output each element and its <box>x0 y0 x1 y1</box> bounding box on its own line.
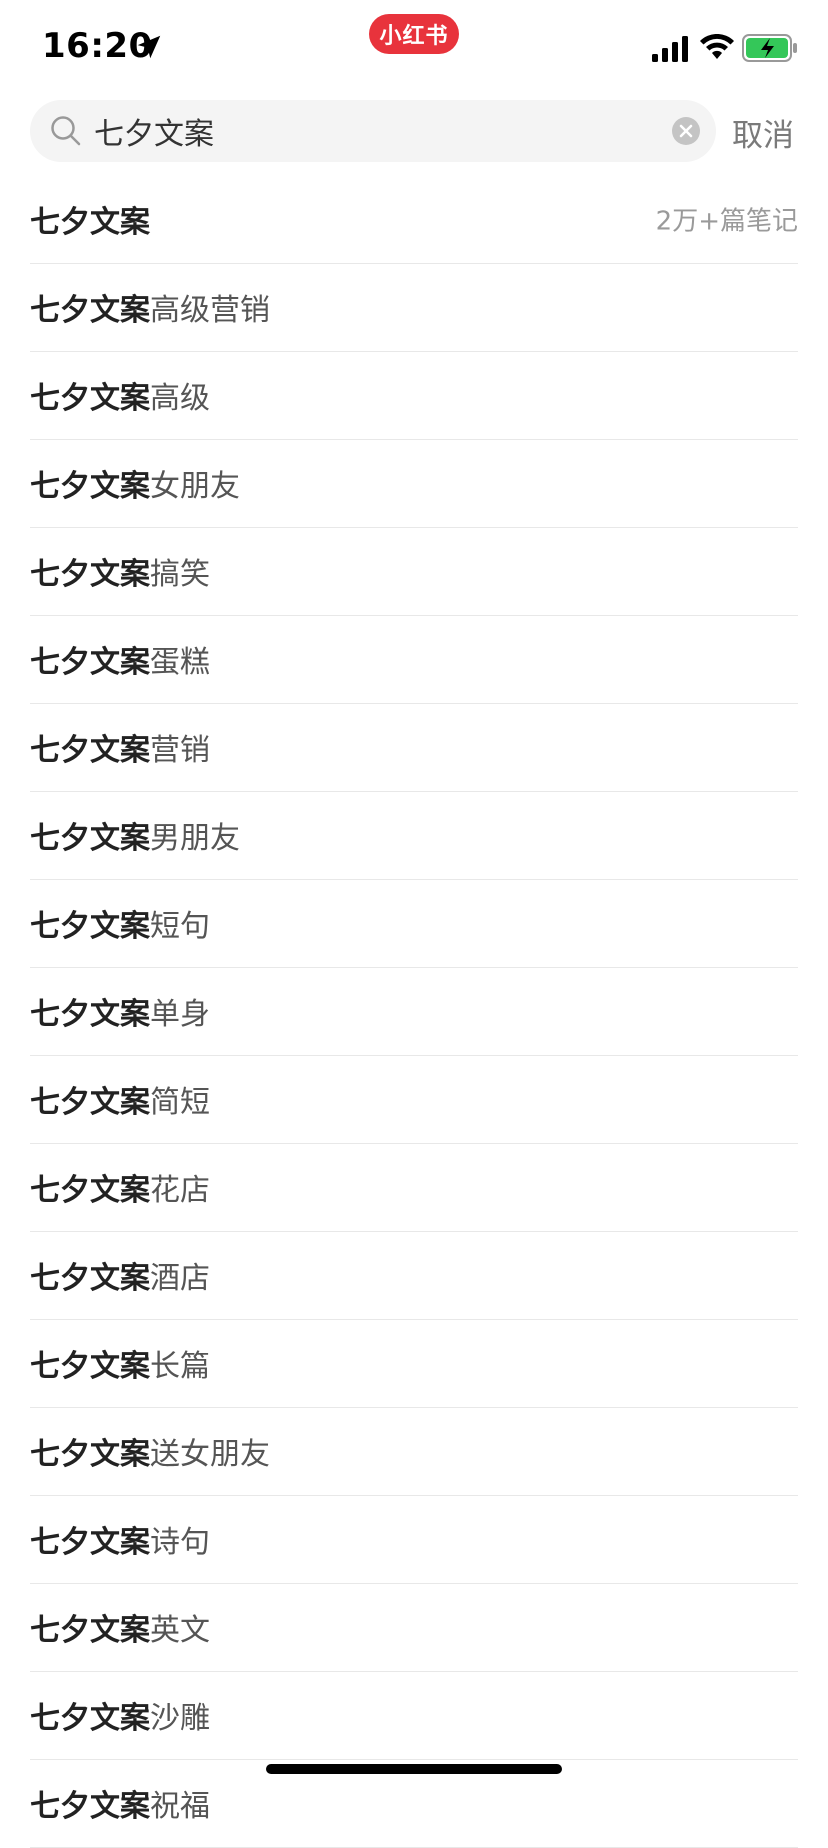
suggestion-suffix-text: 单身 <box>150 997 210 1032</box>
suggestion-query-text: 七夕文案 <box>30 909 150 944</box>
suggestion-query-text: 七夕文案 <box>30 1173 150 1208</box>
suggestion-item[interactable]: 七夕文案 营销 <box>30 704 798 792</box>
suggestion-query-text: 七夕文案 <box>30 293 150 328</box>
suggestion-item[interactable]: 七夕文案 搞笑 <box>30 528 798 616</box>
suggestion-list: 七夕文案 2万+篇笔记 七夕文案 高级营销 七夕文案 高级 七夕文案 女朋友 七夕文案 搞笑 七夕文… <box>30 176 798 1848</box>
suggestion-suffix-text: 长篇 <box>150 1349 210 1384</box>
suggestion-suffix-text: 诗句 <box>150 1525 210 1560</box>
suggestion-item[interactable]: 七夕文案 送女朋友 <box>30 1408 798 1496</box>
suggestion-suffix-text: 祝福 <box>150 1789 210 1824</box>
suggestion-query-text: 七夕文案 <box>30 1701 150 1736</box>
suggestion-query-text: 七夕文案 <box>30 1789 150 1824</box>
suggestion-query-text: 七夕文案 <box>30 381 150 416</box>
suggestion-suffix-text: 英文 <box>150 1613 210 1648</box>
suggestion-query-text: 七夕文案 <box>30 1085 150 1120</box>
suggestion-query-text: 七夕文案 <box>30 997 150 1032</box>
suggestion-item[interactable]: 七夕文案 女朋友 <box>30 440 798 528</box>
suggestion-item[interactable]: 七夕文案 酒店 <box>30 1232 798 1320</box>
suggestion-suffix-text: 高级营销 <box>150 293 270 328</box>
suggestion-suffix-text: 搞笑 <box>150 557 210 592</box>
suggestion-suffix-text: 酒店 <box>150 1261 210 1296</box>
suggestion-item[interactable]: 七夕文案 诗句 <box>30 1496 798 1584</box>
suggestion-query-text: 七夕文案 <box>30 557 150 592</box>
home-indicator <box>266 1764 562 1774</box>
suggestion-suffix-text: 女朋友 <box>150 469 240 504</box>
suggestion-item[interactable]: 七夕文案 蛋糕 <box>30 616 798 704</box>
note-count-label: 2万+篇笔记 <box>655 206 798 237</box>
suggestion-suffix-text: 男朋友 <box>150 821 240 856</box>
suggestion-suffix-text: 短句 <box>150 909 210 944</box>
suggestion-item[interactable]: 七夕文案 简短 <box>30 1056 798 1144</box>
search-box[interactable] <box>30 100 716 162</box>
suggestion-query-text: 七夕文案 <box>30 1437 150 1472</box>
app-badge: 小红书 <box>369 14 459 54</box>
suggestion-item[interactable]: 七夕文案 花店 <box>30 1144 798 1232</box>
search-row: 取消 <box>0 100 828 164</box>
suggestion-suffix-text: 沙雕 <box>150 1701 210 1736</box>
suggestion-query-text: 七夕文案 <box>30 1349 150 1384</box>
suggestion-suffix-text: 蛋糕 <box>150 645 210 680</box>
status-bar: 16:20 小红书 <box>0 0 828 96</box>
search-icon <box>51 116 81 146</box>
cellular-signal-icon <box>652 36 688 62</box>
search-input[interactable] <box>94 100 634 162</box>
suggestion-query-text: 七夕文案 <box>30 205 150 240</box>
suggestion-query-text: 七夕文案 <box>30 469 150 504</box>
suggestion-item[interactable]: 七夕文案 2万+篇笔记 <box>30 176 798 264</box>
suggestion-item[interactable]: 七夕文案 高级营销 <box>30 264 798 352</box>
suggestion-suffix-text: 营销 <box>150 733 210 768</box>
cancel-button[interactable]: 取消 <box>732 110 794 155</box>
suggestion-item[interactable]: 七夕文案 长篇 <box>30 1320 798 1408</box>
suggestion-query-text: 七夕文案 <box>30 645 150 680</box>
suggestion-suffix-text: 花店 <box>150 1173 210 1208</box>
suggestion-item[interactable]: 七夕文案 高级 <box>30 352 798 440</box>
suggestion-item[interactable]: 七夕文案 短句 <box>30 880 798 968</box>
suggestion-query-text: 七夕文案 <box>30 821 150 856</box>
suggestion-item[interactable]: 七夕文案 男朋友 <box>30 792 798 880</box>
suggestion-suffix-text: 简短 <box>150 1085 210 1120</box>
suggestion-query-text: 七夕文案 <box>30 1525 150 1560</box>
suggestion-item[interactable]: 七夕文案 英文 <box>30 1584 798 1672</box>
suggestion-query-text: 七夕文案 <box>30 1613 150 1648</box>
clear-icon[interactable] <box>672 117 700 145</box>
suggestion-query-text: 七夕文案 <box>30 1261 150 1296</box>
suggestion-query-text: 七夕文案 <box>30 733 150 768</box>
suggestion-item[interactable]: 七夕文案 单身 <box>30 968 798 1056</box>
battery-charging-icon <box>742 34 797 62</box>
suggestion-suffix-text: 送女朋友 <box>150 1437 270 1472</box>
location-arrow-icon <box>137 35 161 59</box>
suggestion-suffix-text: 高级 <box>150 381 210 416</box>
wifi-icon <box>700 34 734 59</box>
suggestion-item[interactable]: 七夕文案 沙雕 <box>30 1672 798 1760</box>
